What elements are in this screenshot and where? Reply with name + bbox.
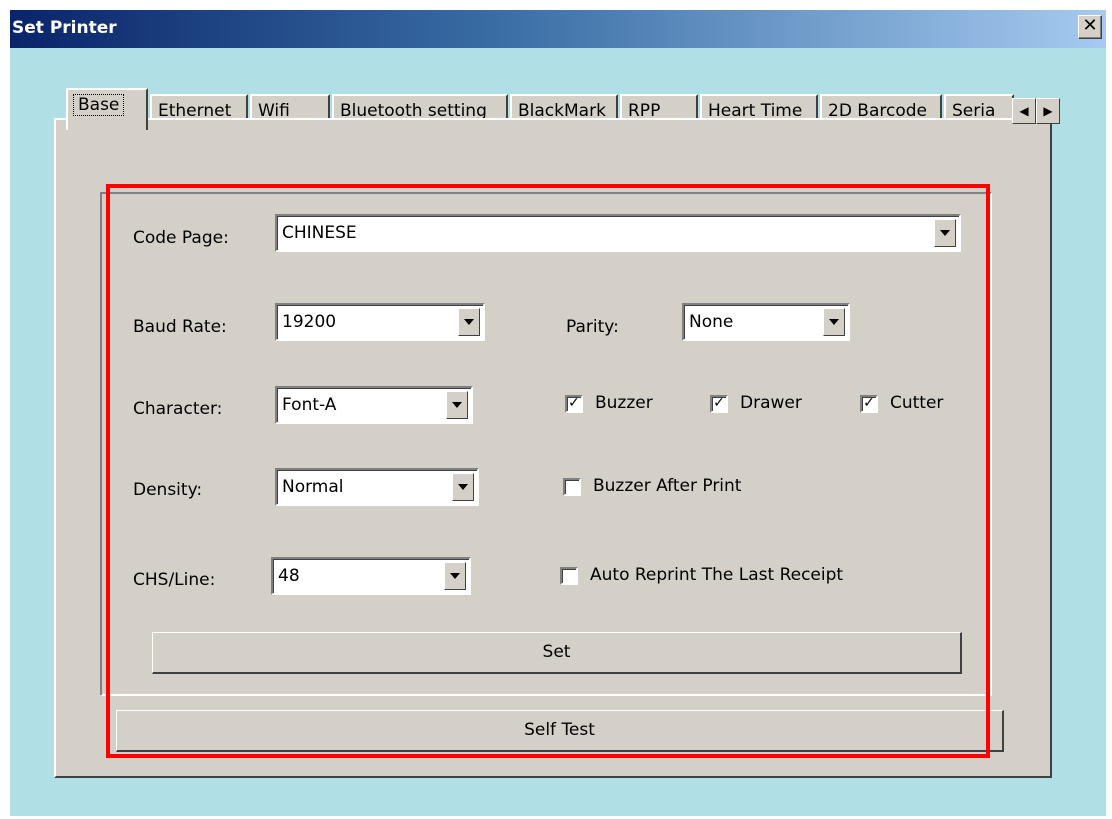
chevron-down-icon[interactable] xyxy=(452,473,474,501)
code-page-select[interactable]: CHINESE xyxy=(275,214,961,252)
buzzer-after-print-label: Buzzer After Print xyxy=(593,476,742,496)
tab-base-active[interactable]: Base xyxy=(66,88,148,130)
cutter-label: Cutter xyxy=(890,393,944,413)
character-select[interactable]: Font-A xyxy=(275,386,473,424)
baud-rate-select[interactable]: 19200 xyxy=(275,303,485,341)
settings-group xyxy=(100,192,992,696)
checkbox-box[interactable] xyxy=(563,478,581,496)
parity-label: Parity: xyxy=(566,317,619,337)
buzzer-label: Buzzer xyxy=(595,393,653,413)
tab-base-label: Base xyxy=(72,94,125,116)
chs-line-select[interactable]: 48 xyxy=(271,557,471,595)
cutter-checkbox[interactable]: ✓ Cutter xyxy=(860,393,970,417)
parity-value: None xyxy=(689,312,734,332)
drawer-label: Drawer xyxy=(740,393,802,413)
checkmark-icon[interactable]: ✓ xyxy=(860,395,878,413)
checkmark-icon[interactable]: ✓ xyxy=(710,395,728,413)
chevron-down-icon[interactable] xyxy=(444,562,466,590)
buzzer-after-print-checkbox[interactable]: Buzzer After Print xyxy=(563,476,823,500)
title-bar: Set Printer ✕ xyxy=(10,10,1106,48)
self-test-button[interactable]: Self Test xyxy=(116,710,1004,752)
chevron-down-icon[interactable] xyxy=(458,308,480,336)
density-label: Density: xyxy=(133,480,203,500)
chs-line-label: CHS/Line: xyxy=(133,570,216,590)
drawer-checkbox[interactable]: ✓ Drawer xyxy=(710,393,830,417)
close-button[interactable]: ✕ xyxy=(1078,15,1102,39)
chevron-down-icon[interactable] xyxy=(823,308,845,336)
checkmark-icon[interactable]: ✓ xyxy=(565,395,583,413)
character-label: Character: xyxy=(133,399,223,419)
character-value: Font-A xyxy=(282,395,337,415)
arrow-right-icon: ▶ xyxy=(1043,104,1053,118)
buzzer-checkbox[interactable]: ✓ Buzzer xyxy=(565,393,685,417)
code-page-label: Code Page: xyxy=(133,228,229,248)
chs-line-value: 48 xyxy=(278,566,300,586)
auto-reprint-label: Auto Reprint The Last Receipt xyxy=(590,565,844,585)
density-value: Normal xyxy=(282,477,344,497)
set-button[interactable]: Set xyxy=(152,632,962,674)
chevron-down-icon[interactable] xyxy=(446,391,468,419)
window-title: Set Printer xyxy=(12,18,117,38)
tab-scroll-left-button[interactable]: ◀ xyxy=(1012,98,1036,124)
checkbox-box[interactable] xyxy=(560,567,578,585)
close-icon: ✕ xyxy=(1082,15,1098,36)
tab-scroll-right-button[interactable]: ▶ xyxy=(1036,98,1060,124)
arrow-left-icon: ◀ xyxy=(1019,104,1029,118)
chevron-down-icon[interactable] xyxy=(934,219,956,247)
baud-rate-label: Baud Rate: xyxy=(133,317,227,337)
baud-rate-value: 19200 xyxy=(282,312,337,332)
auto-reprint-checkbox[interactable]: Auto Reprint The Last Receipt xyxy=(560,565,900,589)
parity-select[interactable]: None xyxy=(682,303,850,341)
code-page-value: CHINESE xyxy=(282,223,357,243)
density-select[interactable]: Normal xyxy=(275,468,479,506)
